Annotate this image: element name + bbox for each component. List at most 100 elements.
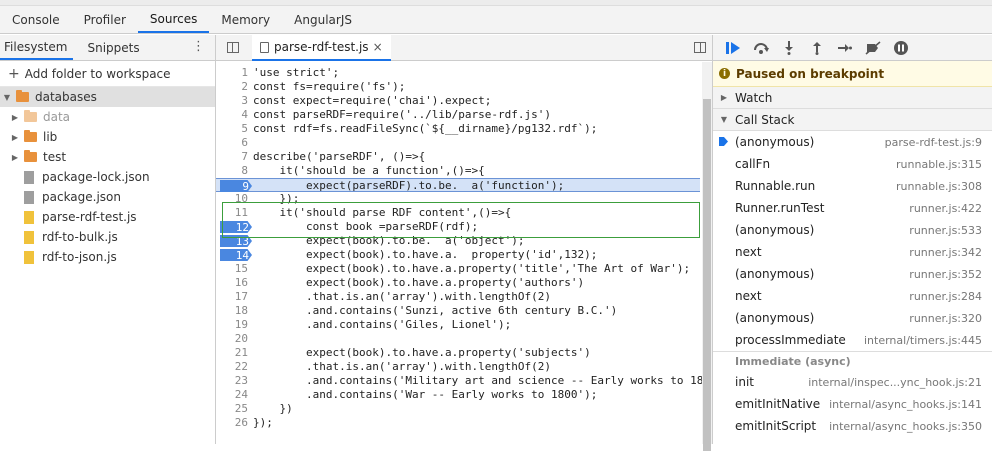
call-frame[interactable]: emitInitScript internal/async_hooks.js:35… (713, 415, 992, 437)
frame-location[interactable]: runner.js:533 (909, 224, 982, 237)
code-line[interactable]: 25 }) (216, 402, 700, 416)
code-line[interactable]: 1 'use strict'; (216, 66, 700, 80)
code-line[interactable]: 14 expect(book).to.have.a. property('id'… (216, 248, 700, 262)
call-frame[interactable]: callFn runnable.js:315 (713, 153, 992, 175)
toggle-navigator-icon[interactable] (227, 42, 239, 53)
call-frame[interactable]: Runner.runTest runner.js:422 (713, 197, 992, 219)
pause-on-exceptions-icon[interactable] (893, 40, 909, 56)
editor-tab-file[interactable]: parse-rdf-test.js × (252, 35, 391, 61)
line-number[interactable]: 24 (216, 388, 248, 402)
call-frame[interactable]: (anonymous) runner.js:352 (713, 263, 992, 285)
code-line[interactable]: 21 expect(book).to.have.a.property('subj… (216, 346, 700, 360)
line-number[interactable]: 18 (216, 304, 248, 318)
code-line[interactable]: 3 const expect=require('chai').expect; (216, 94, 700, 108)
frame-location[interactable]: runner.js:284 (909, 290, 982, 303)
tree-item[interactable]: package-lock.json (0, 167, 215, 187)
call-frame[interactable]: (anonymous) parse-rdf-test.js:9 (713, 131, 992, 153)
line-number[interactable]: 20 (216, 332, 248, 346)
line-number[interactable]: 26 (216, 416, 248, 430)
tab-sources[interactable]: Sources (137, 6, 210, 33)
code-line[interactable]: 24 .and.contains('War -- Early works to … (216, 388, 700, 402)
close-tab-icon[interactable]: × (373, 40, 383, 54)
frame-location[interactable]: parse-rdf-test.js:9 (885, 136, 982, 149)
code-line[interactable]: 7 describe('parseRDF', ()=>{ (216, 150, 700, 164)
tree-item[interactable]: parse-rdf-test.js (0, 207, 215, 227)
line-number[interactable]: 2 (216, 80, 248, 94)
tab-filesystem[interactable]: Filesystem (0, 35, 74, 60)
code-line[interactable]: 15 expect(book).to.have.a.property('titl… (216, 262, 700, 276)
code-line[interactable]: 18 .and.contains('Sunzi, active 6th cent… (216, 304, 700, 318)
line-number[interactable]: 22 (216, 360, 248, 374)
line-number[interactable]: 8 (216, 164, 248, 178)
call-frame[interactable]: next runner.js:342 (713, 241, 992, 263)
code-line[interactable]: 8 it('should be a function',()=>{ (216, 164, 700, 178)
code-line[interactable]: 20 (216, 332, 700, 346)
frame-location[interactable]: runnable.js:315 (896, 158, 982, 171)
more-options-icon[interactable]: ⋮ (192, 40, 205, 54)
line-number[interactable]: 19 (216, 318, 248, 332)
tab-angularjs[interactable]: AngularJS (282, 6, 364, 33)
resume-icon[interactable] (725, 40, 741, 56)
call-frame[interactable]: processImmediate internal/timers.js:445 (713, 329, 992, 351)
tab-console[interactable]: Console (0, 6, 72, 33)
add-folder-button[interactable]: + Add folder to workspace (0, 61, 215, 87)
tree-item[interactable]: ▶ test (0, 147, 215, 167)
line-number[interactable]: 15 (216, 262, 248, 276)
tab-profiler[interactable]: Profiler (72, 6, 138, 33)
tree-item[interactable]: package.json (0, 187, 215, 207)
frame-location[interactable]: runner.js:352 (909, 268, 982, 281)
tree-item[interactable]: ▶ lib (0, 127, 215, 147)
line-number[interactable]: 16 (216, 276, 248, 290)
line-number[interactable]: 1 (216, 66, 248, 80)
code-line[interactable]: 9 expect(parseRDF).to.be. a('function'); (216, 178, 700, 192)
line-number[interactable]: 3 (216, 94, 248, 108)
frame-location[interactable]: runner.js:342 (909, 246, 982, 259)
tree-item[interactable]: rdf-to-bulk.js (0, 227, 215, 247)
tree-item[interactable]: ▼ databases (0, 87, 215, 107)
frame-location[interactable]: internal/async_hooks.js:141 (829, 398, 982, 411)
call-frame[interactable]: emitInitNative internal/async_hooks.js:14… (713, 393, 992, 415)
editor-scrollbar-thumb[interactable] (703, 99, 711, 451)
call-frame[interactable]: Runnable.run runnable.js:308 (713, 175, 992, 197)
frame-location[interactable]: runnable.js:308 (896, 180, 982, 193)
tab-memory[interactable]: Memory (209, 6, 282, 33)
tree-item[interactable]: ▶ data (0, 107, 215, 127)
frame-location[interactable]: internal/timers.js:445 (864, 334, 982, 347)
breakpoint-marker[interactable]: 14 (220, 249, 252, 261)
code-line[interactable]: 19 .and.contains('Giles, Lionel'); (216, 318, 700, 332)
step-over-icon[interactable] (753, 40, 769, 56)
code-line[interactable]: 23 .and.contains('Military art and scien… (216, 374, 704, 388)
frame-location[interactable]: runner.js:320 (909, 312, 982, 325)
step-out-icon[interactable] (809, 40, 825, 56)
tab-snippets[interactable]: Snippets (73, 35, 145, 60)
watch-section-header[interactable]: ▶ Watch (713, 87, 992, 109)
call-frame[interactable]: next runner.js:284 (713, 285, 992, 307)
line-number[interactable]: 6 (216, 136, 248, 150)
line-number[interactable]: 23 (216, 374, 248, 388)
tree-item[interactable]: rdf-to-json.js (0, 247, 215, 267)
line-number[interactable]: 25 (216, 402, 248, 416)
deactivate-breakpoints-icon[interactable] (865, 40, 881, 56)
code-line[interactable]: 16 expect(book).to.have.a.property('auth… (216, 276, 700, 290)
code-line[interactable]: 5 const rdf=fs.readFileSync(`${__dirname}… (216, 122, 700, 136)
code-line[interactable]: 22 .that.is.an('array').with.lengthOf(2) (216, 360, 700, 374)
line-number[interactable]: 21 (216, 346, 248, 360)
breakpoint-marker[interactable]: 9 (220, 180, 252, 192)
code-line[interactable]: 2 const fs=require('fs'); (216, 80, 700, 94)
step-icon[interactable] (837, 40, 853, 56)
call-frame[interactable]: (anonymous) runner.js:533 (713, 219, 992, 241)
line-number[interactable]: 7 (216, 150, 248, 164)
line-number[interactable]: 4 (216, 108, 248, 122)
call-frame[interactable]: (anonymous) runner.js:320 (713, 307, 992, 329)
frame-location[interactable]: internal/inspec...ync_hook.js:21 (808, 376, 982, 389)
frame-location[interactable]: runner.js:422 (909, 202, 982, 215)
code-line[interactable]: 4 const parseRDF=require('../lib/parse-rd… (216, 108, 700, 122)
code-line[interactable]: 17 .that.is.an('array').with.lengthOf(2) (216, 290, 700, 304)
line-number[interactable]: 17 (216, 290, 248, 304)
call-stack-section-header[interactable]: ▼ Call Stack (713, 109, 992, 131)
call-frame[interactable]: init internal/inspec...ync_hook.js:21 (713, 371, 992, 393)
line-number[interactable]: 5 (216, 122, 248, 136)
code-line[interactable]: 26}); (216, 416, 700, 430)
frame-location[interactable]: internal/async_hooks.js:350 (829, 420, 982, 433)
toggle-debugger-icon[interactable] (694, 42, 706, 53)
